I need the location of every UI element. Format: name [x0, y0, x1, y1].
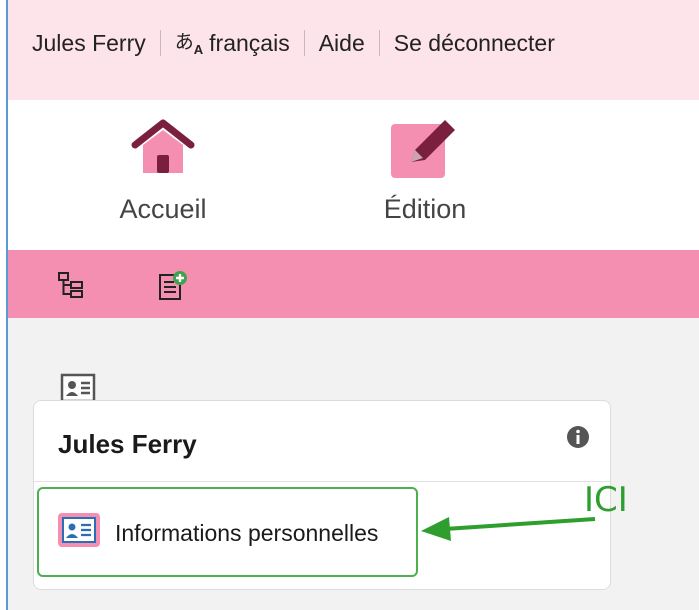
- user-menu: Jules Ferry あA français Aide Se déconnec…: [8, 0, 699, 86]
- divider: [34, 481, 610, 482]
- header-bar: Jules Ferry あA français Aide Se déconnec…: [8, 0, 699, 100]
- home-icon: [78, 112, 248, 182]
- tree-view-button[interactable]: [56, 270, 86, 300]
- nav-edit[interactable]: Édition: [340, 112, 510, 225]
- language-icon: あA: [174, 31, 204, 57]
- personal-info-link[interactable]: Informations personnelles: [57, 512, 378, 554]
- toolbar: [8, 250, 699, 318]
- nav-home-label: Accueil: [119, 194, 207, 224]
- arrow-annotation: [421, 517, 596, 541]
- add-document-icon: [159, 271, 187, 300]
- main-nav: Accueil Édition: [8, 100, 699, 250]
- nav-edit-label: Édition: [383, 194, 467, 224]
- language-selector[interactable]: あA français: [161, 30, 304, 57]
- personal-info-label: Informations personnelles: [115, 519, 379, 546]
- annotation-label: ICI: [584, 480, 628, 520]
- nav-home[interactable]: Accueil: [78, 112, 248, 225]
- tree-view-icon: [58, 272, 83, 298]
- user-name-link[interactable]: Jules Ferry: [8, 30, 160, 57]
- user-name: Jules Ferry: [32, 29, 146, 56]
- language-label: français: [209, 29, 290, 56]
- contact-card-icon: [57, 512, 101, 554]
- help-link[interactable]: Aide: [305, 30, 379, 57]
- add-document-button[interactable]: [156, 270, 187, 300]
- edit-icon: [340, 112, 510, 182]
- logout-link[interactable]: Se déconnecter: [380, 30, 569, 57]
- info-icon[interactable]: [566, 425, 590, 454]
- card-title: Jules Ferry: [58, 429, 197, 459]
